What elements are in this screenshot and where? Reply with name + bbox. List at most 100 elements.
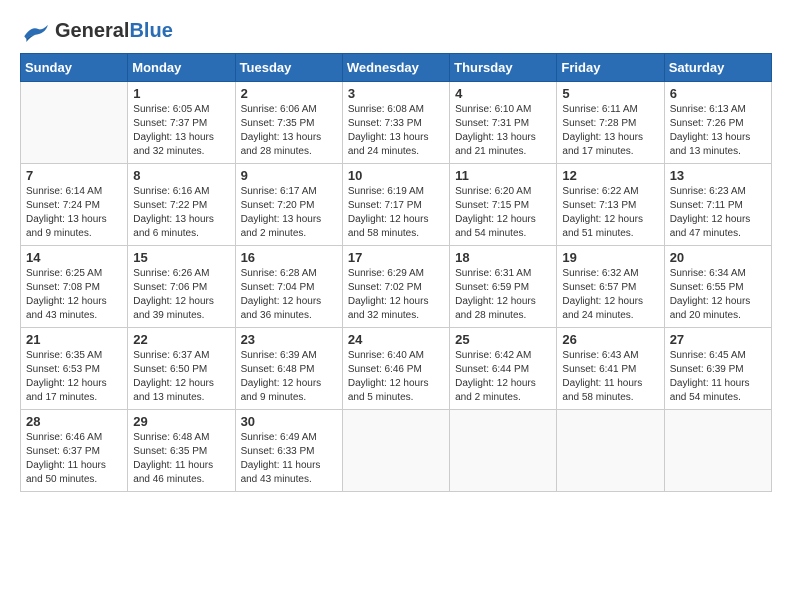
day-info: Sunrise: 6:31 AM Sunset: 6:59 PM Dayligh… <box>455 267 551 323</box>
calendar-cell: 27 Sunrise: 6:45 AM Sunset: 6:39 PM Dayli… <box>664 328 771 410</box>
day-info: Sunrise: 6:16 AM Sunset: 7:22 PM Dayligh… <box>133 185 229 241</box>
logo: GeneralBlue <box>20 20 173 43</box>
day-info: Sunrise: 6:08 AM Sunset: 7:33 PM Dayligh… <box>348 103 444 159</box>
calendar-cell: 1 Sunrise: 6:05 AM Sunset: 7:37 PM Daylig… <box>128 82 235 164</box>
calendar-cell: 21 Sunrise: 6:35 AM Sunset: 6:53 PM Dayli… <box>21 328 128 410</box>
calendar-cell: 7Sunrise: 6:14 AM Sunset: 7:24 PM Daylig… <box>21 164 128 246</box>
calendar-cell: 4 Sunrise: 6:10 AM Sunset: 7:31 PM Daylig… <box>450 82 557 164</box>
calendar-cell: 24 Sunrise: 6:40 AM Sunset: 6:46 PM Dayli… <box>342 328 449 410</box>
day-info: Sunrise: 6:05 AM Sunset: 7:37 PM Dayligh… <box>133 103 229 159</box>
weekday-header-monday: Monday <box>128 54 235 82</box>
day-number: 14 <box>26 250 122 265</box>
day-number: 13 <box>670 168 766 183</box>
calendar-cell: 30 Sunrise: 6:49 AM Sunset: 6:33 PM Dayli… <box>235 410 342 492</box>
day-number: 2 <box>241 86 337 101</box>
day-number: 30 <box>241 414 337 429</box>
calendar-cell <box>664 410 771 492</box>
day-number: 23 <box>241 332 337 347</box>
weekday-header-row: SundayMondayTuesdayWednesdayThursdayFrid… <box>21 54 772 82</box>
calendar-cell: 6 Sunrise: 6:13 AM Sunset: 7:26 PM Daylig… <box>664 82 771 164</box>
calendar-cell: 3 Sunrise: 6:08 AM Sunset: 7:33 PM Daylig… <box>342 82 449 164</box>
calendar-table: SundayMondayTuesdayWednesdayThursdayFrid… <box>20 53 772 492</box>
day-info: Sunrise: 6:28 AM Sunset: 7:04 PM Dayligh… <box>241 267 337 323</box>
day-number: 3 <box>348 86 444 101</box>
calendar-cell: 22Sunrise: 6:37 AM Sunset: 6:50 PM Dayli… <box>128 328 235 410</box>
weekday-header-sunday: Sunday <box>21 54 128 82</box>
day-info: Sunrise: 6:26 AM Sunset: 7:06 PM Dayligh… <box>133 267 229 323</box>
day-info: Sunrise: 6:32 AM Sunset: 6:57 PM Dayligh… <box>562 267 658 323</box>
logo-text-general: General <box>55 20 129 42</box>
week-row-1: 1 Sunrise: 6:05 AM Sunset: 7:37 PM Daylig… <box>21 82 772 164</box>
calendar-cell: 11Sunrise: 6:20 AM Sunset: 7:15 PM Dayli… <box>450 164 557 246</box>
calendar-cell: 15 Sunrise: 6:26 AM Sunset: 7:06 PM Dayli… <box>128 246 235 328</box>
day-number: 8 <box>133 168 229 183</box>
page-header: GeneralBlue <box>20 20 772 43</box>
logo-icon <box>20 22 50 42</box>
day-info: Sunrise: 6:48 AM Sunset: 6:35 PM Dayligh… <box>133 431 229 487</box>
calendar-cell: 20 Sunrise: 6:34 AM Sunset: 6:55 PM Dayli… <box>664 246 771 328</box>
day-number: 25 <box>455 332 551 347</box>
day-number: 5 <box>562 86 658 101</box>
day-info: Sunrise: 6:22 AM Sunset: 7:13 PM Dayligh… <box>562 185 658 241</box>
day-info: Sunrise: 6:19 AM Sunset: 7:17 PM Dayligh… <box>348 185 444 241</box>
day-info: Sunrise: 6:43 AM Sunset: 6:41 PM Dayligh… <box>562 349 658 405</box>
calendar-cell: 23 Sunrise: 6:39 AM Sunset: 6:48 PM Dayli… <box>235 328 342 410</box>
day-info: Sunrise: 6:42 AM Sunset: 6:44 PM Dayligh… <box>455 349 551 405</box>
day-info: Sunrise: 6:29 AM Sunset: 7:02 PM Dayligh… <box>348 267 444 323</box>
weekday-header-friday: Friday <box>557 54 664 82</box>
day-number: 26 <box>562 332 658 347</box>
calendar-cell: 29 Sunrise: 6:48 AM Sunset: 6:35 PM Dayli… <box>128 410 235 492</box>
calendar-cell: 17Sunrise: 6:29 AM Sunset: 7:02 PM Dayli… <box>342 246 449 328</box>
day-number: 10 <box>348 168 444 183</box>
calendar-cell: 19Sunrise: 6:32 AM Sunset: 6:57 PM Dayli… <box>557 246 664 328</box>
day-number: 20 <box>670 250 766 265</box>
calendar-cell: 12 Sunrise: 6:22 AM Sunset: 7:13 PM Dayli… <box>557 164 664 246</box>
day-info: Sunrise: 6:25 AM Sunset: 7:08 PM Dayligh… <box>26 267 122 323</box>
week-row-5: 28 Sunrise: 6:46 AM Sunset: 6:37 PM Dayli… <box>21 410 772 492</box>
day-info: Sunrise: 6:34 AM Sunset: 6:55 PM Dayligh… <box>670 267 766 323</box>
day-number: 21 <box>26 332 122 347</box>
day-info: Sunrise: 6:06 AM Sunset: 7:35 PM Dayligh… <box>241 103 337 159</box>
day-info: Sunrise: 6:46 AM Sunset: 6:37 PM Dayligh… <box>26 431 122 487</box>
calendar-cell: 8 Sunrise: 6:16 AM Sunset: 7:22 PM Daylig… <box>128 164 235 246</box>
day-info: Sunrise: 6:10 AM Sunset: 7:31 PM Dayligh… <box>455 103 551 159</box>
calendar-cell: 26 Sunrise: 6:43 AM Sunset: 6:41 PM Dayli… <box>557 328 664 410</box>
day-info: Sunrise: 6:49 AM Sunset: 6:33 PM Dayligh… <box>241 431 337 487</box>
day-number: 27 <box>670 332 766 347</box>
day-number: 6 <box>670 86 766 101</box>
day-info: Sunrise: 6:40 AM Sunset: 6:46 PM Dayligh… <box>348 349 444 405</box>
day-number: 9 <box>241 168 337 183</box>
day-number: 15 <box>133 250 229 265</box>
day-number: 24 <box>348 332 444 347</box>
weekday-header-saturday: Saturday <box>664 54 771 82</box>
day-info: Sunrise: 6:13 AM Sunset: 7:26 PM Dayligh… <box>670 103 766 159</box>
day-number: 16 <box>241 250 337 265</box>
calendar-cell: 5 Sunrise: 6:11 AM Sunset: 7:28 PM Daylig… <box>557 82 664 164</box>
day-number: 28 <box>26 414 122 429</box>
calendar-cell: 18 Sunrise: 6:31 AM Sunset: 6:59 PM Dayli… <box>450 246 557 328</box>
calendar-cell <box>557 410 664 492</box>
day-number: 18 <box>455 250 551 265</box>
weekday-header-tuesday: Tuesday <box>235 54 342 82</box>
day-number: 4 <box>455 86 551 101</box>
day-info: Sunrise: 6:45 AM Sunset: 6:39 PM Dayligh… <box>670 349 766 405</box>
logo-text-blue: Blue <box>129 20 172 42</box>
calendar-cell: 2 Sunrise: 6:06 AM Sunset: 7:35 PM Daylig… <box>235 82 342 164</box>
calendar-cell <box>21 82 128 164</box>
calendar-cell <box>450 410 557 492</box>
day-number: 1 <box>133 86 229 101</box>
week-row-3: 14 Sunrise: 6:25 AM Sunset: 7:08 PM Dayli… <box>21 246 772 328</box>
day-number: 12 <box>562 168 658 183</box>
day-info: Sunrise: 6:20 AM Sunset: 7:15 PM Dayligh… <box>455 185 551 241</box>
day-info: Sunrise: 6:17 AM Sunset: 7:20 PM Dayligh… <box>241 185 337 241</box>
calendar-cell: 14 Sunrise: 6:25 AM Sunset: 7:08 PM Dayli… <box>21 246 128 328</box>
calendar-cell: 10 Sunrise: 6:19 AM Sunset: 7:17 PM Dayli… <box>342 164 449 246</box>
weekday-header-thursday: Thursday <box>450 54 557 82</box>
day-info: Sunrise: 6:39 AM Sunset: 6:48 PM Dayligh… <box>241 349 337 405</box>
day-number: 7 <box>26 168 122 183</box>
day-number: 29 <box>133 414 229 429</box>
day-info: Sunrise: 6:11 AM Sunset: 7:28 PM Dayligh… <box>562 103 658 159</box>
calendar-cell: 9 Sunrise: 6:17 AM Sunset: 7:20 PM Daylig… <box>235 164 342 246</box>
day-info: Sunrise: 6:35 AM Sunset: 6:53 PM Dayligh… <box>26 349 122 405</box>
day-number: 22 <box>133 332 229 347</box>
